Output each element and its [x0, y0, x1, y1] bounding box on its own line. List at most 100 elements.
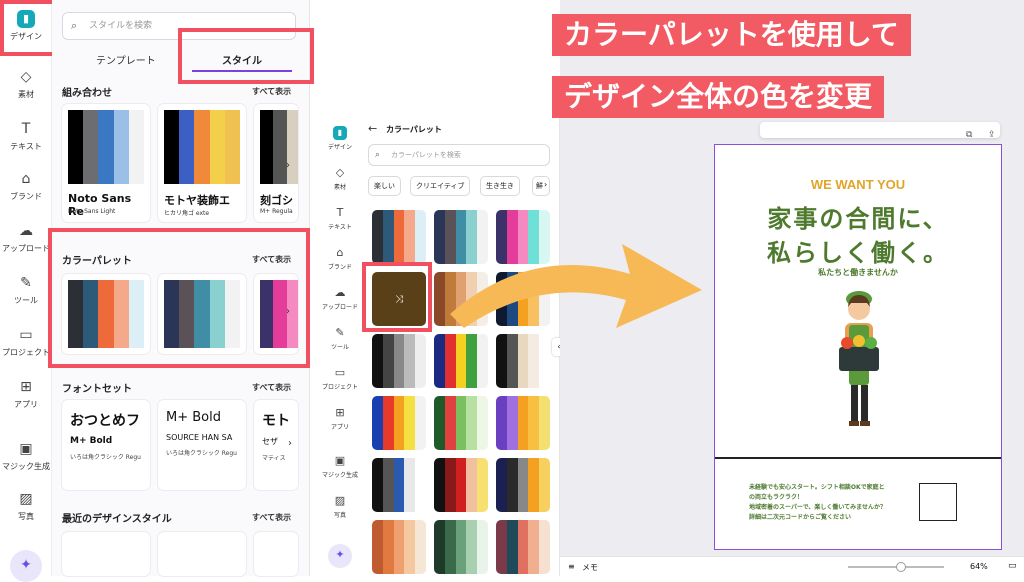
chevron-right-icon[interactable]: ›: [288, 438, 292, 449]
brand-icon: ⌂: [336, 246, 344, 259]
rail-item-tools[interactable]: ✎ ツール: [0, 274, 52, 306]
palette-swatch[interactable]: [434, 458, 488, 512]
combo-card[interactable]: 刻ゴシ M+ Regula: [254, 104, 298, 222]
rail-item-brand[interactable]: ⌂ ブランド: [0, 170, 52, 202]
palette-swatch[interactable]: [496, 520, 550, 574]
copy-icon[interactable]: ⧉: [966, 130, 972, 140]
rail-item-tools[interactable]: ✎ ツール: [320, 326, 360, 351]
combo-card[interactable]: Noto Sans Re Noto Sans Light: [62, 104, 150, 222]
instruction-banner-2: デザイン全体の色を変更: [552, 76, 885, 118]
rail-label: ツール: [14, 296, 38, 305]
back-arrow-icon[interactable]: ←: [368, 122, 377, 135]
rail-label: アップロード: [321, 304, 358, 311]
rail-item-magic[interactable]: ▣ マジック生成: [0, 440, 52, 472]
palette-swatch[interactable]: [496, 458, 550, 512]
font-card-small: マティス: [262, 455, 286, 462]
rail-item-text[interactable]: T テキスト: [320, 206, 360, 231]
filter-chip[interactable]: 生き生き: [480, 176, 520, 196]
rail-item-photos[interactable]: ▨ 写真: [320, 494, 360, 519]
font-card-small: いろは角クラシック Regu: [70, 454, 141, 461]
body-line: 詳細は二次元コードからご覧ください: [749, 514, 852, 521]
apps-icon: ⊞: [20, 379, 32, 395]
rail-item-brand[interactable]: ⌂ ブランド: [320, 246, 360, 271]
rail-item-design[interactable]: ▮ デザイン: [320, 126, 360, 151]
fontset-see-all[interactable]: すべて表示: [252, 382, 291, 393]
recent-style-card[interactable]: [158, 532, 246, 576]
combo-font-big: 刻ゴシ: [260, 194, 293, 207]
photo-icon: ▨: [334, 494, 346, 507]
rail-item-photos[interactable]: ▨ 写真: [0, 490, 52, 522]
rail-item-upload[interactable]: ☁ アップロード: [320, 286, 360, 311]
magic-sparkle-icon[interactable]: ✦: [10, 550, 42, 582]
body-line: 未経験でも安心スタート。シフト相談OKで家庭と: [749, 484, 885, 491]
rail-label: アプリ: [330, 424, 349, 431]
font-card-mid: M+ Bold: [70, 436, 113, 446]
magic-image-icon: ▣: [19, 441, 33, 457]
rail-label: 素材: [18, 90, 34, 99]
divider-line: [715, 457, 1001, 459]
magic-sparkle-icon[interactable]: ✦: [328, 544, 352, 568]
font-card-mid: セザ: [262, 437, 278, 446]
rail-label: ブランド: [327, 264, 352, 271]
recent-style-card[interactable]: [62, 532, 150, 576]
rail-item-projects[interactable]: ▭ プロジェクト: [0, 326, 52, 358]
rail-label: テキスト: [328, 224, 352, 231]
rail-label: マジック生成: [321, 472, 358, 479]
filter-chip[interactable]: 鮮: [532, 176, 550, 196]
rail-item-apps[interactable]: ⊞ アプリ: [320, 406, 360, 431]
tab-templates[interactable]: テンプレート: [96, 52, 156, 67]
rail-item-projects[interactable]: ▭ プロジェクト: [320, 366, 360, 391]
worker-illustration: [839, 291, 879, 426]
floating-toolbar[interactable]: [760, 122, 1000, 138]
font-card[interactable]: おつとめフ M+ Bold いろは角クラシック Regu: [62, 400, 150, 490]
palette-swatch[interactable]: [372, 396, 426, 450]
combos-see-all[interactable]: すべて表示: [252, 86, 291, 97]
zoom-slider-handle[interactable]: [896, 562, 906, 572]
rail-item-elements[interactable]: ◇ 素材: [0, 68, 52, 100]
highlight-selected-palette: [362, 262, 432, 332]
memo-button[interactable]: メモ: [582, 562, 598, 573]
qr-code-placeholder: [919, 483, 957, 521]
rail-item-elements[interactable]: ◇ 素材: [320, 166, 360, 191]
palette-search-input[interactable]: ⌕ カラーパレットを検索: [368, 144, 550, 166]
rail-label: 写真: [333, 512, 346, 519]
apps-icon: ⊞: [335, 406, 345, 419]
font-card[interactable]: M+ Bold SOURCE HAN SA いろは角クラシック Regu: [158, 400, 246, 490]
rail-item-apps[interactable]: ⊞ アプリ: [0, 378, 52, 410]
zoom-level[interactable]: 64%: [970, 562, 988, 571]
rail-item-upload[interactable]: ☁ アップロード: [0, 222, 52, 254]
font-card-big: モト: [262, 413, 290, 429]
chevron-right-icon[interactable]: ›: [286, 160, 290, 171]
combo-font-small: Noto Sans Light: [68, 208, 116, 215]
palette-swatch[interactable]: [372, 520, 426, 574]
palette-swatch[interactable]: [434, 520, 488, 574]
palette-swatch[interactable]: [496, 396, 550, 450]
recent-style-card[interactable]: [254, 532, 298, 576]
palette-swatch[interactable]: [372, 210, 426, 264]
palette-swatch[interactable]: [372, 334, 426, 388]
design-page[interactable]: WE WANT YOU 家事の合間に、 私らしく働く。 私たちと働きませんか 未…: [714, 144, 1002, 550]
cloud-upload-icon: ☁: [334, 286, 346, 299]
rail-label: プロジェクト: [2, 348, 50, 357]
font-card-mid: SOURCE HAN SA: [166, 433, 233, 442]
notes-icon[interactable]: ≡: [568, 562, 575, 571]
combo-font-small: ヒカリ角ゴ exte: [164, 210, 210, 217]
grid-view-icon[interactable]: ▭: [1008, 561, 1017, 571]
combo-card[interactable]: モトヤ装飾エ ヒカリ角ゴ exte: [158, 104, 246, 222]
pen-icon: ✎: [20, 275, 32, 291]
rail-item-magic[interactable]: ▣ マジック生成: [320, 454, 360, 479]
palette-swatch[interactable]: [372, 458, 426, 512]
shapes-icon: ◇: [20, 69, 32, 85]
bottom-bar: ≡ メモ 64% ▭: [560, 556, 1024, 576]
rail-label: アップロード: [2, 244, 50, 253]
share-icon[interactable]: ⇪: [988, 130, 996, 140]
palette-swatch[interactable]: [434, 396, 488, 450]
rail-item-text[interactable]: T テキスト: [0, 120, 52, 152]
filter-chip[interactable]: クリエイティブ: [410, 176, 471, 196]
combo-font-small: M+ Regula: [260, 208, 293, 215]
chevron-right-icon[interactable]: ›: [544, 180, 547, 189]
filter-chip[interactable]: 楽しい: [368, 176, 401, 196]
recent-see-all[interactable]: すべて表示: [252, 512, 291, 523]
combos-title: 組み合わせ: [62, 88, 112, 99]
body-line: の両立もラクラク！: [749, 494, 804, 501]
